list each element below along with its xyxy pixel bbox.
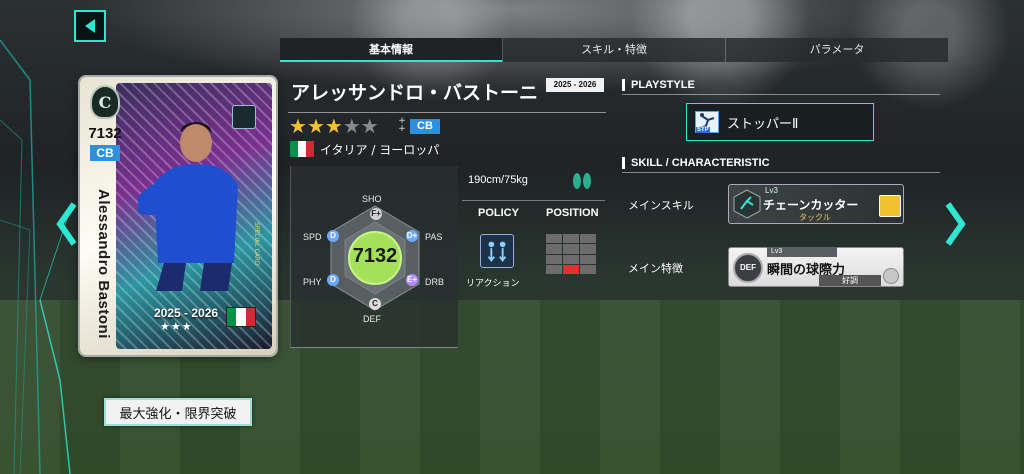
condition-face-icon: [883, 268, 899, 284]
card-position-badge: CB: [90, 145, 120, 161]
main-trait-condition: 好調: [819, 275, 881, 286]
card-rank-badge: C: [90, 85, 120, 119]
stat-grade-spd: D: [327, 230, 339, 242]
position-cell: [546, 264, 562, 274]
position-badge: CB: [410, 119, 440, 134]
season-tag: 2025 - 2026: [546, 78, 604, 92]
stopper-tag: STP: [696, 127, 710, 133]
stat-grade-pas: D+: [406, 230, 418, 242]
playstyle-name: ストッパーⅡ: [727, 116, 799, 132]
tab-parameters[interactable]: パラメータ: [726, 38, 948, 62]
player-name: アレッサンドロ・バストーニ: [291, 82, 539, 104]
position-cell: [546, 254, 562, 264]
star-plus-icon: + +: [398, 116, 406, 134]
card-special-label: SPECIAL CARD: [253, 222, 260, 266]
divider: [462, 200, 605, 201]
main-skill-card[interactable]: Lv3 チェーンカッター タックル: [728, 184, 904, 224]
skill-badge-icon: [879, 195, 901, 217]
star-icon: ★: [306, 114, 325, 138]
stat-label-spd: SPD: [303, 232, 322, 242]
player-portrait: [138, 122, 238, 291]
position-cell: [546, 234, 562, 244]
star-icon: ★: [324, 114, 343, 138]
card-policy-icon: [232, 105, 256, 129]
stat-grade-def: C: [369, 298, 381, 310]
stat-grade-phy: D: [327, 274, 339, 286]
position-cell: [563, 234, 579, 244]
divider: [288, 112, 606, 113]
height-weight: 190cm/75kg: [468, 174, 528, 186]
main-skill-type: タックル: [799, 213, 831, 222]
stats-panel: 7132 SHO F+ PAS D+ DRB E+ DEF C PHY D SP…: [290, 166, 458, 348]
policy-heading: POLICY: [478, 207, 519, 219]
stat-label-pas: PAS: [425, 232, 443, 242]
policy-label: リアクション: [466, 279, 520, 289]
main-trait-card[interactable]: DEF Lv3 瞬間の球際力 好調: [728, 247, 904, 287]
position-cell: [580, 264, 596, 274]
card-season: 2025 - 2026: [154, 306, 219, 320]
stat-grade-sho: F+: [370, 208, 382, 220]
star-icon: ★: [342, 114, 361, 138]
reaction-policy-icon: [480, 234, 514, 268]
next-player-chevron-icon[interactable]: [944, 200, 966, 248]
main-trait-level: Lv3: [767, 247, 837, 257]
tab-skills-traits[interactable]: スキル・特徴: [503, 38, 726, 62]
main-skill-label: メインスキル: [628, 199, 694, 212]
stat-label-sho: SHO: [362, 194, 382, 204]
position-cell: [580, 234, 596, 244]
position-cell: [580, 254, 596, 264]
stat-label-drb: DRB: [425, 277, 445, 287]
tab-basic-info[interactable]: 基本情報: [280, 38, 503, 62]
footprint-icon: [573, 173, 591, 189]
position-cell: [580, 244, 596, 254]
position-heading: POSITION: [546, 207, 599, 219]
playstyle-heading: PLAYSTYLE: [622, 79, 695, 91]
italy-flag-icon: [290, 141, 314, 157]
star-icon: ★: [360, 114, 379, 138]
card-stars: ★★★: [160, 320, 193, 333]
overall-rating: 7132: [352, 245, 398, 267]
nation-label: イタリア / ヨーロッパ: [320, 143, 440, 157]
position-cell: [563, 244, 579, 254]
star-rating: ★★★★★: [289, 115, 379, 137]
position-cell-active: [563, 264, 579, 274]
player-card[interactable]: C 7132 CB Alessandro Bastoni SPECIAL CAR…: [80, 77, 276, 355]
card-overall-number: 7132: [88, 125, 122, 142]
position-cell: [546, 244, 562, 254]
tab-bar: 基本情報 スキル・特徴 パラメータ: [280, 38, 948, 62]
prev-player-chevron-icon[interactable]: [56, 200, 78, 248]
skill-heading: SKILL / CHARACTERISTIC: [622, 157, 770, 169]
max-upgrade-button[interactable]: 最大強化・限界突破: [104, 398, 252, 426]
stat-grade-drb: E+: [406, 274, 418, 286]
main-skill-level: Lv3: [765, 186, 778, 195]
main-skill-name: チェーンカッター: [763, 198, 859, 212]
stat-label-def: DEF: [363, 314, 381, 324]
stat-label-phy: PHY: [303, 277, 322, 287]
main-trait-label: メイン特徴: [628, 262, 683, 275]
divider: [622, 172, 940, 173]
star-icon: ★: [289, 114, 307, 138]
position-map: [546, 234, 596, 274]
card-player-name: Alessandro Bastoni: [95, 189, 112, 339]
def-trait-icon: DEF: [733, 253, 763, 283]
divider: [622, 94, 940, 95]
tackle-skill-icon: [733, 189, 761, 219]
card-flag-icon: [226, 307, 256, 327]
back-button[interactable]: [74, 10, 106, 42]
position-cell: [563, 254, 579, 264]
back-arrow-icon: [85, 19, 95, 33]
stopper-icon: STP: [695, 111, 719, 133]
playstyle-card[interactable]: STP ストッパーⅡ: [686, 103, 874, 141]
